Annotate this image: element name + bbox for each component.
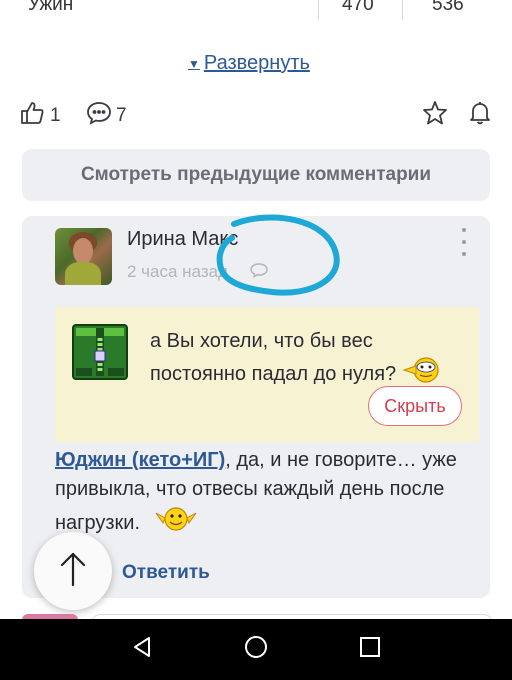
mention-link[interactable]: Юджин (кето+ИГ): [55, 449, 225, 471]
favorite-button[interactable]: [422, 100, 448, 132]
caret-down-icon: ▼: [188, 56, 200, 71]
meal-value-1: 470: [342, 0, 374, 15]
star-icon: [422, 100, 448, 132]
like-count: 1: [50, 105, 61, 126]
annotation-circle: [216, 214, 340, 296]
expand-link[interactable]: ▼ Развернуть: [188, 52, 310, 75]
bell-icon: [467, 100, 493, 132]
scroll-to-top-button[interactable]: [34, 532, 112, 610]
avatar[interactable]: [55, 228, 112, 285]
nav-home-icon: [243, 634, 269, 665]
subscribe-button[interactable]: [467, 100, 493, 132]
archive-icon: [72, 324, 128, 380]
hide-quote-button[interactable]: Скрыть: [368, 386, 462, 426]
meal-value-2: 536: [432, 0, 464, 15]
thumbs-up-icon: [20, 100, 46, 132]
smiley-icon: [154, 504, 198, 543]
comment-icon: [86, 100, 112, 132]
nav-back-icon: [130, 635, 154, 664]
table-divider: [402, 0, 403, 20]
nav-recents-button[interactable]: [340, 619, 400, 680]
nutrition-table-row: Ужин 470 536: [0, 0, 512, 20]
meal-label: Ужин: [28, 0, 74, 15]
arrow-up-icon: [58, 551, 88, 592]
reply-button[interactable]: Ответить: [122, 562, 210, 584]
comment-body: Юджин (кето+ИГ), да, и не говорите… уже …: [55, 446, 475, 543]
nav-home-button[interactable]: [226, 619, 286, 680]
like-button[interactable]: 1: [20, 100, 61, 132]
nav-recents-icon: [359, 636, 381, 663]
kebab-menu-icon[interactable]: [460, 228, 468, 256]
post-actions-bar: 1 7: [0, 96, 512, 130]
nav-back-button[interactable]: [112, 619, 172, 680]
table-divider: [318, 0, 319, 20]
comments-button[interactable]: 7: [86, 100, 127, 132]
expand-label: Развернуть: [203, 52, 310, 74]
comment-count: 7: [116, 105, 127, 126]
show-previous-comments-button[interactable]: Смотреть предыдущие комментарии: [22, 149, 490, 201]
system-nav-bar: [0, 619, 512, 680]
quote-text: а Вы хотели, что бы вес постоянно падал …: [150, 326, 450, 393]
